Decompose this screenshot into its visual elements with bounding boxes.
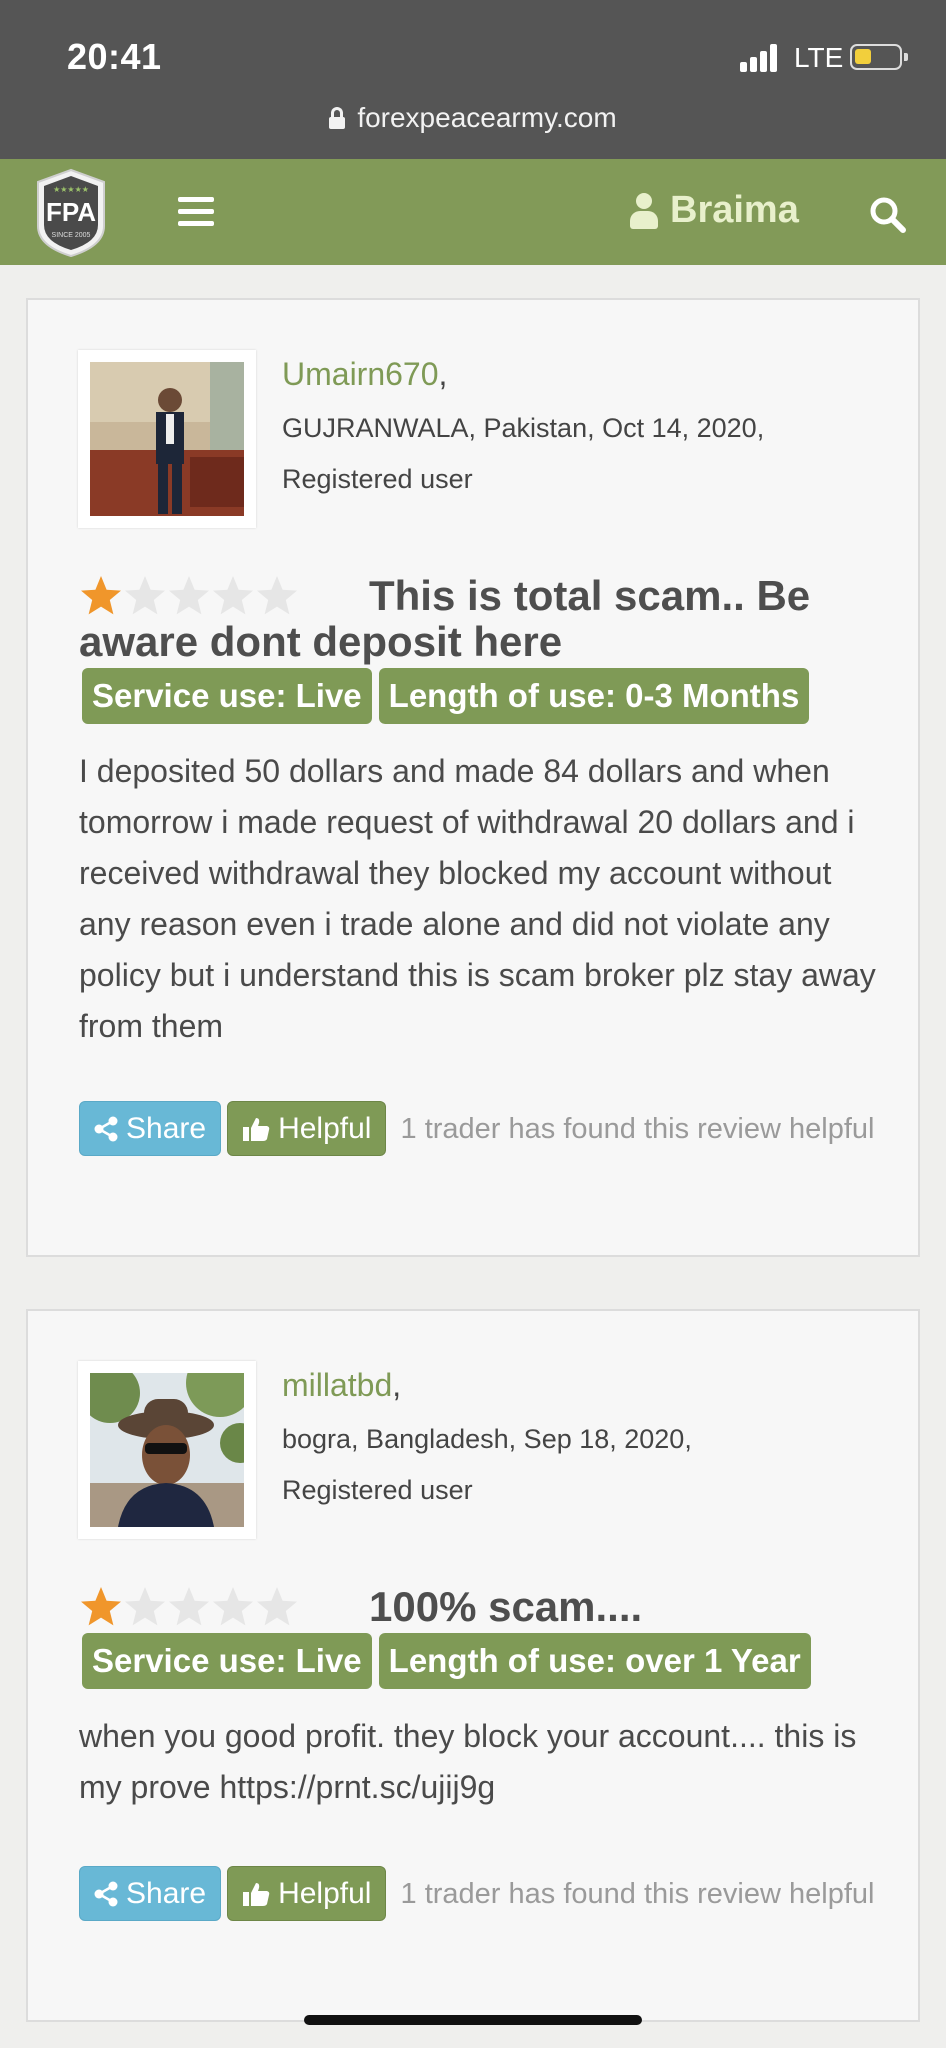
network-label: LTE (794, 42, 844, 73)
svg-text:★★★★★: ★★★★★ (53, 185, 89, 194)
avatar[interactable] (78, 350, 256, 528)
lock-icon (329, 107, 346, 129)
review-card: Umairn670, GUJRANWALA, Pakistan, Oct 14,… (26, 298, 920, 1257)
home-indicator[interactable] (304, 2015, 642, 2025)
review-card: millatbd, bogra, Bangladesh, Sep 18, 202… (26, 1309, 920, 2022)
search-icon[interactable] (868, 195, 908, 235)
length-of-use-badge: Length of use: over 1 Year (378, 1633, 811, 1689)
review-author[interactable]: millatbd (282, 1367, 392, 1403)
avatar[interactable] (78, 1361, 256, 1539)
review-author-role: Registered user (282, 1475, 473, 1505)
address-bar[interactable]: forexpeacearmy.com (0, 102, 946, 134)
review-actions: Share Helpful 1 trader has found this re… (79, 1101, 879, 1157)
helpful-button[interactable]: Helpful (227, 1101, 387, 1156)
fpa-logo[interactable]: ★★★★★ FPA SINCE 2005 (30, 168, 112, 258)
battery-icon (850, 44, 908, 70)
url-text: forexpeacearmy.com (357, 102, 617, 133)
logo-text: FPA (46, 197, 96, 227)
status-time: 20:41 (67, 36, 162, 77)
logo-since: SINCE 2005 (52, 232, 91, 239)
length-of-use-badge: Length of use: 0-3 Months (378, 668, 810, 724)
share-button[interactable]: Share (79, 1101, 222, 1156)
user-name: Braima (670, 189, 799, 231)
user-icon (630, 192, 658, 229)
share-button[interactable]: Share (79, 1866, 222, 1921)
review-body: when you good profit. they block your ac… (79, 1718, 857, 1805)
review-title: 100% scam.... (369, 1583, 643, 1630)
menu-icon[interactable] (178, 197, 214, 227)
helpful-count-text: 1 trader has found this review helpful (400, 1113, 875, 1145)
share-icon (94, 1881, 118, 1906)
helpful-count-text: 1 trader has found this review helpful (400, 1878, 875, 1910)
review-location-date: GUJRANWALA, Pakistan, Oct 14, 2020, (282, 413, 765, 443)
review-author-role: Registered user (282, 464, 473, 494)
share-icon (94, 1116, 118, 1141)
review-title: This is total scam.. Be aware dont depos… (79, 572, 811, 665)
review-actions: Share Helpful 1 trader has found this re… (79, 1866, 879, 1922)
user-account-link[interactable]: Braima (630, 189, 799, 232)
site-header: ★★★★★ FPA SINCE 2005 Braima (0, 159, 946, 265)
review-location-date: bogra, Bangladesh, Sep 18, 2020, (282, 1424, 692, 1454)
service-use-badge: Service use: Live (82, 1633, 372, 1689)
thumbs-up-icon (243, 1882, 270, 1906)
review-body: I deposited 50 dollars and made 84 dolla… (79, 753, 876, 1044)
helpful-button[interactable]: Helpful (227, 1866, 387, 1921)
thumbs-up-icon (243, 1117, 270, 1141)
review-author[interactable]: Umairn670 (282, 356, 439, 392)
signal-icon (740, 44, 780, 72)
service-use-badge: Service use: Live (82, 668, 372, 724)
status-bar: 20:41 LTE forexpeacearmy.com (0, 0, 946, 159)
